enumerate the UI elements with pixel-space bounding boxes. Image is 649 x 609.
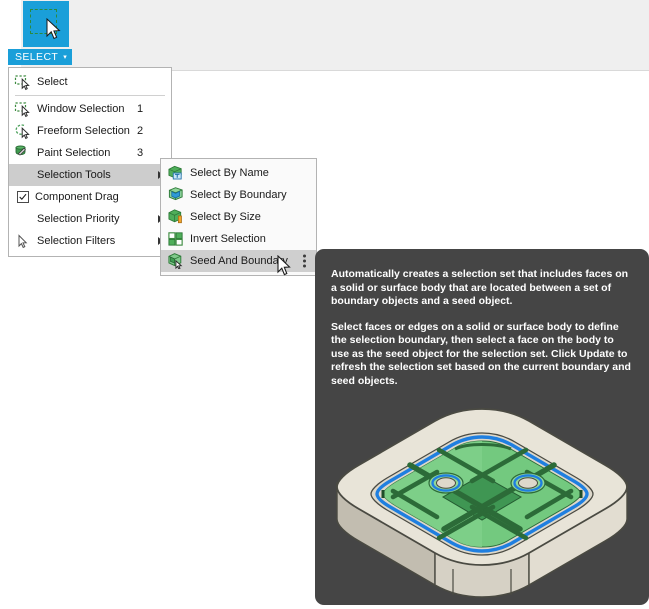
menu-item-selection-priority[interactable]: Selection Priority — [9, 208, 171, 230]
seed-and-boundary-illustration — [336, 408, 628, 598]
top-toolbar — [0, 0, 649, 71]
menu-item-label: Window Selection — [37, 103, 125, 115]
tooltip-text-block: Automatically creates a selection set th… — [315, 249, 649, 388]
menu-item-window-selection[interactable]: Window Selection 1 — [9, 98, 171, 120]
cursor-arrow-icon — [46, 18, 61, 40]
menu-item-label: Freeform Selection — [37, 125, 130, 137]
menu-item-shortcut: 1 — [137, 103, 144, 115]
menu-item-selection-tools[interactable]: Selection Tools — [9, 164, 171, 186]
menu-item-no-icon — [14, 166, 33, 184]
submenu-item-label: Select By Boundary — [190, 189, 287, 201]
menu-item-selection-filters[interactable]: Selection Filters — [9, 230, 171, 252]
menu-item-label: Select — [37, 76, 68, 88]
window-selection-icon — [14, 100, 33, 118]
submenu-item-select-by-name[interactable]: Select By Name — [161, 162, 316, 184]
submenu-item-invert-selection[interactable]: Invert Selection — [161, 228, 316, 250]
menu-item-shortcut: 3 — [137, 147, 144, 159]
checkbox-checked-icon[interactable] — [17, 191, 29, 203]
menu-item-freeform-selection[interactable]: Freeform Selection 2 — [9, 120, 171, 142]
select-arrow-icon — [14, 73, 33, 91]
filter-arrow-icon — [14, 232, 33, 250]
tooltip-paragraph-1: Automatically creates a selection set th… — [331, 268, 629, 307]
more-options-icon[interactable] — [303, 254, 306, 268]
menu-item-shortcut: 2 — [137, 125, 144, 137]
menu-item-label: Paint Selection — [37, 147, 111, 159]
kebab-dot — [303, 264, 306, 268]
submenu-item-select-by-size[interactable]: Select By Size — [161, 206, 316, 228]
select-menu-panel: Select Window Selection 1 Freeform Selec… — [8, 67, 172, 257]
select-by-boundary-icon — [167, 186, 186, 204]
select-dropdown-tab[interactable]: SELECT ▾ — [8, 49, 72, 65]
select-tool-icon[interactable] — [23, 1, 69, 47]
freeform-selection-icon — [14, 122, 33, 140]
menu-item-label: Component Drag — [35, 191, 119, 203]
menu-item-select[interactable]: Select — [9, 71, 171, 93]
kebab-dot — [303, 259, 306, 263]
submenu-item-label: Seed And Boundary — [190, 255, 288, 267]
menu-item-component-drag[interactable]: Component Drag — [9, 186, 171, 208]
submenu-item-label: Select By Name — [190, 167, 269, 179]
menu-item-label: Selection Filters — [37, 235, 116, 247]
menu-item-no-icon — [14, 210, 33, 228]
kebab-dot — [303, 254, 306, 258]
menu-item-label: Selection Priority — [37, 213, 120, 225]
invert-selection-icon — [167, 230, 186, 248]
submenu-item-seed-and-boundary[interactable]: Seed And Boundary — [161, 250, 316, 272]
menu-item-label: Selection Tools — [37, 169, 111, 181]
select-by-size-icon — [167, 208, 186, 226]
select-by-name-icon — [167, 164, 186, 182]
submenu-item-label: Select By Size — [190, 211, 261, 223]
chevron-down-icon: ▾ — [63, 53, 68, 61]
menu-item-paint-selection[interactable]: Paint Selection 3 — [9, 142, 171, 164]
paint-selection-icon — [14, 144, 33, 162]
seed-and-boundary-icon — [167, 252, 186, 270]
tooltip-paragraph-2: Select faces or edges on a solid or surf… — [331, 320, 631, 387]
select-tab-label: SELECT — [15, 51, 59, 63]
submenu-item-label: Invert Selection — [190, 233, 266, 245]
selection-tools-submenu: Select By Name Select By Boundary Select… — [160, 158, 317, 276]
submenu-item-select-by-boundary[interactable]: Select By Boundary — [161, 184, 316, 206]
tooltip-panel: Automatically creates a selection set th… — [315, 249, 649, 605]
menu-separator — [15, 95, 165, 96]
